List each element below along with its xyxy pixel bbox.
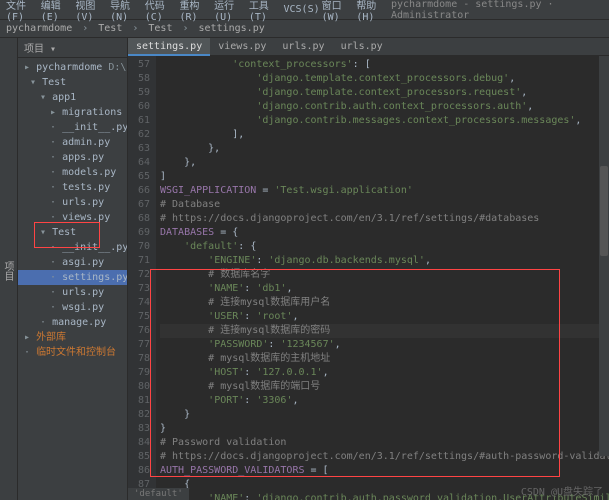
editor-tab[interactable]: views.py [210,38,274,55]
tree-node[interactable]: ▾ Test [18,225,127,240]
menu-item[interactable]: 窗口(W) [322,0,355,23]
tree-node[interactable]: ▸ migrations [18,105,127,120]
editor-tab[interactable]: urls.py [333,38,391,55]
window-title: pycharmdome - settings.py [391,0,542,10]
menubar: 文件(F) 编辑(E) 视图(V) 导航(N) 代码(C) 重构(R) 运行(U… [0,0,609,20]
tree-node[interactable]: ▸ 外部库 [18,330,127,345]
tree-node[interactable]: · settings.py [18,270,127,285]
editor-tab[interactable]: settings.py [128,38,210,56]
tree-node[interactable]: · admin.py [18,135,127,150]
editor-tab[interactable]: urls.py [274,38,332,55]
tree-node[interactable]: · tests.py [18,180,127,195]
menu-item[interactable]: VCS(S) [284,4,320,15]
menu-item[interactable]: 代码(C) [145,0,178,23]
watermark: CSDN @U盘失踪了 [521,483,603,498]
menu-item[interactable]: 帮助(H) [356,0,389,23]
tree-node[interactable]: · __init__.py [18,240,127,255]
tree-node[interactable]: ▾ Test [18,75,127,90]
editor-scrollbar[interactable] [599,56,609,456]
menu-item[interactable]: 导航(N) [110,0,143,23]
admin-badge: Administrator [391,10,469,21]
line-gutter: 57 58 59 60 61 62 63 64 65 66 67 68 69 7… [128,56,156,500]
tree-node[interactable]: · __init__.py [18,120,127,135]
tree-node[interactable]: · wsgi.py [18,300,127,315]
breadcrumb-bottom[interactable]: 'default' [128,488,189,500]
menu-item[interactable]: 文件(F) [6,0,39,23]
tree-node[interactable]: · asgi.py [18,255,127,270]
project-sidebar: 项目 ▾ ▸ pycharmdome D:\pycharmdome▾ Test▾… [18,38,128,500]
tree-node[interactable]: ▾ app1 [18,90,127,105]
tree-node[interactable]: · views.py [18,210,127,225]
tree-node[interactable]: ▸ pycharmdome D:\pycharmdome [18,60,127,75]
code-content[interactable]: 'context_processors': [ 'django.template… [156,56,609,500]
menu-item[interactable]: 视图(V) [75,0,108,23]
toolbar: pycharmdome › Test › Test › settings.py [0,20,609,38]
tree-node[interactable]: · urls.py [18,285,127,300]
breadcrumb-item[interactable]: Test [98,23,122,34]
menu-item[interactable]: 运行(U) [214,0,247,23]
editor-tabs: settings.pyviews.pyurls.pyurls.py [128,38,609,56]
breadcrumb-item[interactable]: pycharmdome [6,23,72,34]
menu-item[interactable]: 工具(T) [249,0,282,23]
code-editor[interactable]: 57 58 59 60 61 62 63 64 65 66 67 68 69 7… [128,56,609,500]
breadcrumb-item[interactable]: settings.py [199,23,265,34]
sidebar-header[interactable]: 项目 ▾ [18,38,127,58]
project-tool-tab[interactable]: 项目 [0,38,18,500]
tree-node[interactable]: · urls.py [18,195,127,210]
editor-area: settings.pyviews.pyurls.pyurls.py 57 58 … [128,38,609,500]
menu-item[interactable]: 编辑(E) [41,0,74,23]
tree-node[interactable]: · models.py [18,165,127,180]
tree-node[interactable]: · manage.py [18,315,127,330]
tree-node[interactable]: · 临时文件和控制台 [18,345,127,360]
tree-node[interactable]: · apps.py [18,150,127,165]
breadcrumb-item[interactable]: Test [148,23,172,34]
project-tree: ▸ pycharmdome D:\pycharmdome▾ Test▾ app1… [18,58,127,362]
menu-item[interactable]: 重构(R) [179,0,212,23]
